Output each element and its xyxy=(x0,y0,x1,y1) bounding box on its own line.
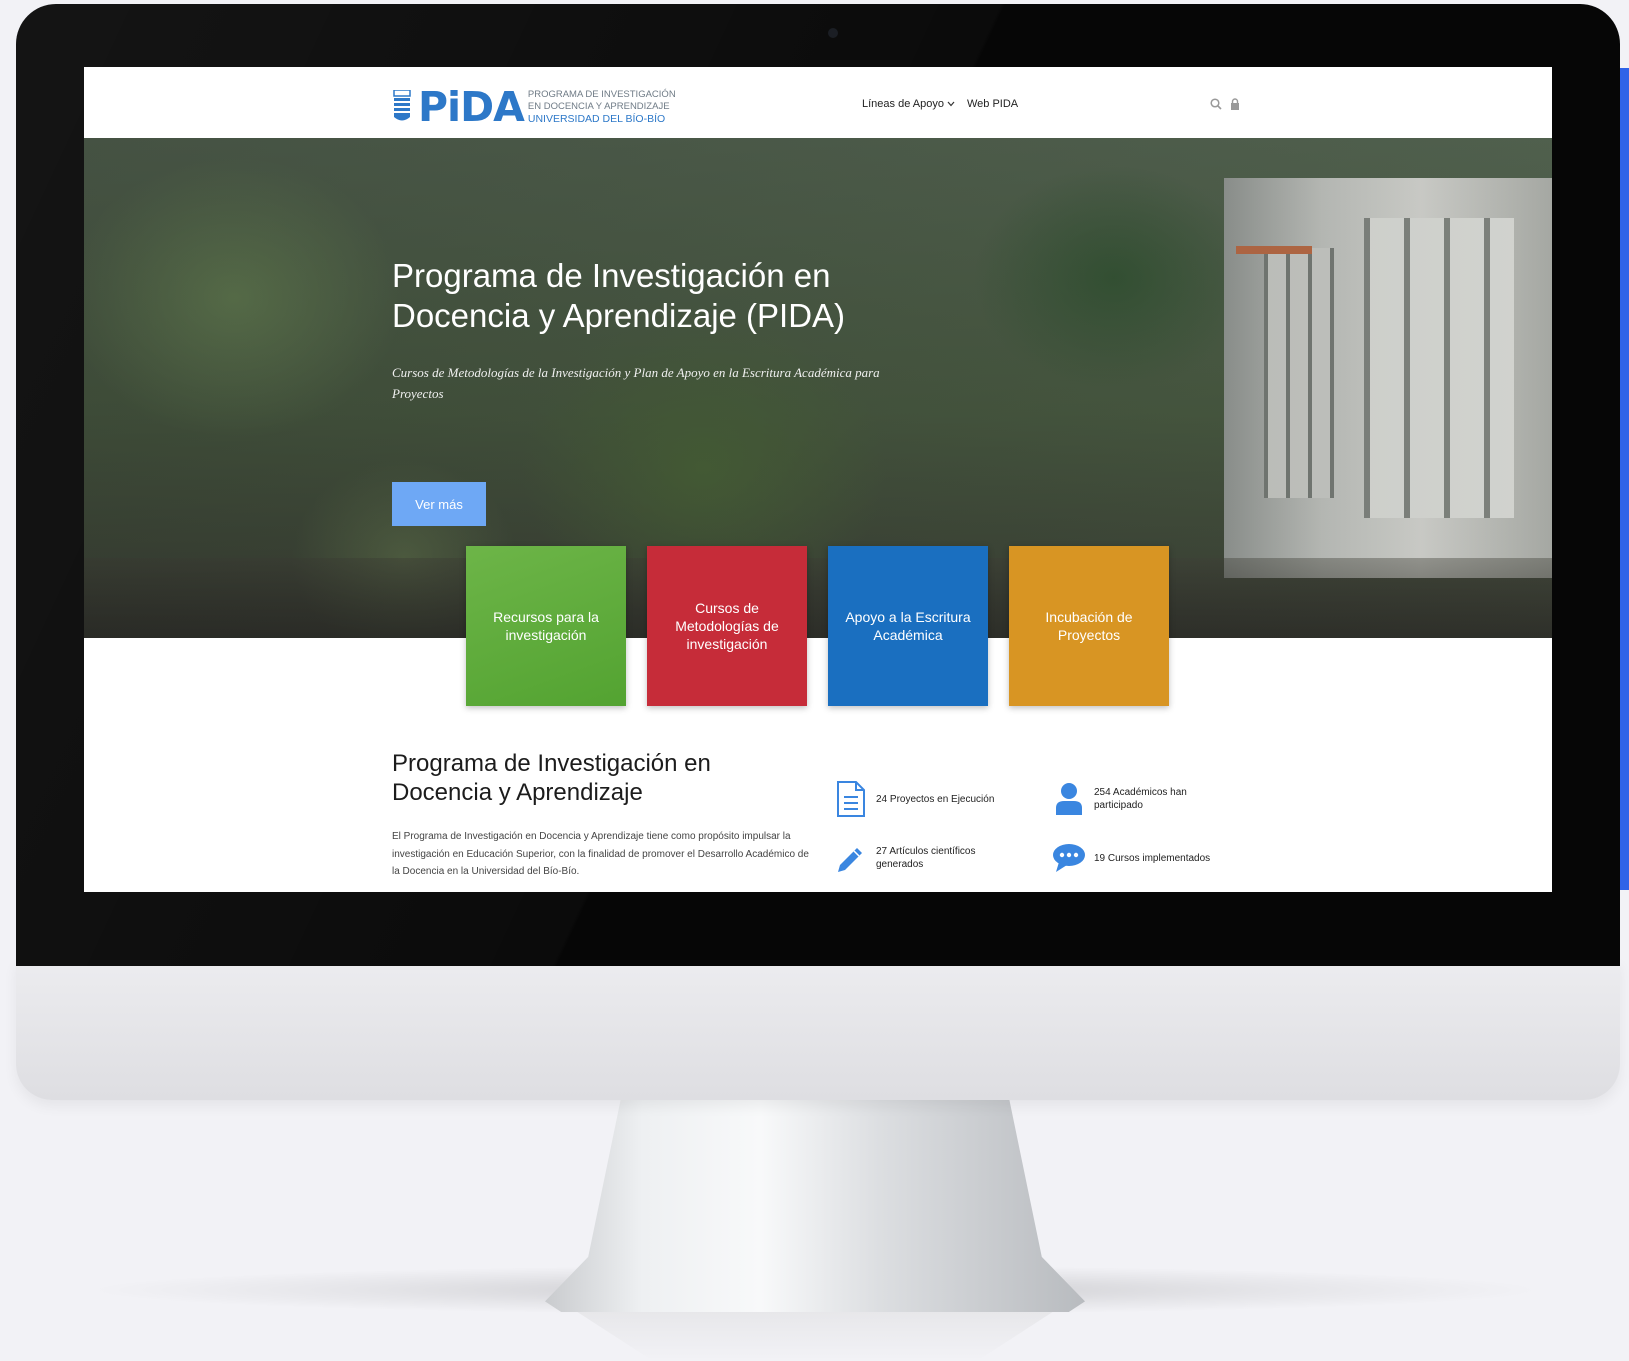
search-icon[interactable] xyxy=(1210,98,1222,110)
stat-label: 27 Artículos científicos generados xyxy=(876,846,976,870)
logo-tagline: PROGRAMA DE INVESTIGACIÓN EN DOCENCIA Y … xyxy=(528,89,676,125)
stat-label: 254 Académicos han participado xyxy=(1094,787,1187,811)
stat-courses: 19 Cursos implementados xyxy=(1052,838,1224,878)
monitor-stand xyxy=(545,1100,1085,1312)
card-apoyo-escritura[interactable]: Apoyo a la Escritura Académica xyxy=(828,546,988,706)
stat-projects: 24 Proyectos en Ejecución xyxy=(834,779,1006,819)
stat-label: 19 Cursos implementados xyxy=(1094,852,1211,864)
user-icon xyxy=(1052,779,1086,819)
logo-line-1: PROGRAMA DE INVESTIGACIÓN xyxy=(527,89,676,100)
camera-icon xyxy=(828,28,838,38)
intro-text: El Programa de Investigación en Docencia… xyxy=(392,831,809,877)
stat-articles: 27 Artículos científicos generados xyxy=(834,838,1006,878)
stat-academics: 254 Académicos han participado xyxy=(1052,779,1224,819)
pencil-icon xyxy=(834,838,868,878)
card-label: Recursos para la investigación xyxy=(493,609,599,643)
stand-reflection xyxy=(577,1312,1053,1361)
site-logo[interactable]: PiDA PROGRAMA DE INVESTIGACIÓN EN DOCENC… xyxy=(392,83,676,131)
intro-title: Programa de Investigación en Docencia y … xyxy=(392,750,711,806)
chat-bubble-icon xyxy=(1052,838,1086,878)
card-label: Incubación de Proyectos xyxy=(1045,609,1133,643)
card-cursos[interactable]: Cursos de Metodologías de investigación xyxy=(647,546,807,706)
card-label: Apoyo a la Escritura Académica xyxy=(845,609,971,643)
logo-wordmark: PiDA xyxy=(418,83,525,131)
monitor-screen: PiDA PROGRAMA DE INVESTIGACIÓN EN DOCENC… xyxy=(84,67,1552,892)
nav-item-web-pida[interactable]: Web PIDA xyxy=(967,98,1018,110)
card-label: Cursos de Metodologías de investigación xyxy=(675,600,779,652)
chevron-down-icon xyxy=(947,101,955,107)
stat-label: 24 Proyectos en Ejecución xyxy=(876,793,995,805)
nav-item-lineas-de-apoyo[interactable]: Líneas de Apoyo xyxy=(862,98,955,110)
document-icon xyxy=(834,779,868,819)
card-incubacion[interactable]: Incubación de Proyectos xyxy=(1009,546,1169,706)
crest-icon xyxy=(393,90,411,121)
hero-subtitle: Cursos de Metodologías de la Investigaci… xyxy=(392,365,880,401)
site-header: PiDA PROGRAMA DE INVESTIGACIÓN EN DOCENC… xyxy=(84,67,1552,139)
hero-banner: Programa de Investigación en Docencia y … xyxy=(84,138,1552,638)
main-nav: Líneas de Apoyo Web PIDA xyxy=(862,98,1018,110)
lock-icon[interactable] xyxy=(1230,98,1240,110)
header-icons xyxy=(1210,98,1240,110)
card-recursos[interactable]: Recursos para la investigación xyxy=(466,546,626,706)
logo-line-2: EN DOCENCIA Y APRENDIZAJE xyxy=(527,101,670,112)
hero-title: Programa de Investigación en Docencia y … xyxy=(392,257,846,334)
logo-line-3: UNIVERSIDAD DEL BÍO-BÍO xyxy=(527,113,666,125)
nav-item-label: Líneas de Apoyo xyxy=(862,98,944,110)
monitor-chin xyxy=(16,960,1620,1100)
ver-mas-button[interactable]: Ver más xyxy=(392,482,486,526)
